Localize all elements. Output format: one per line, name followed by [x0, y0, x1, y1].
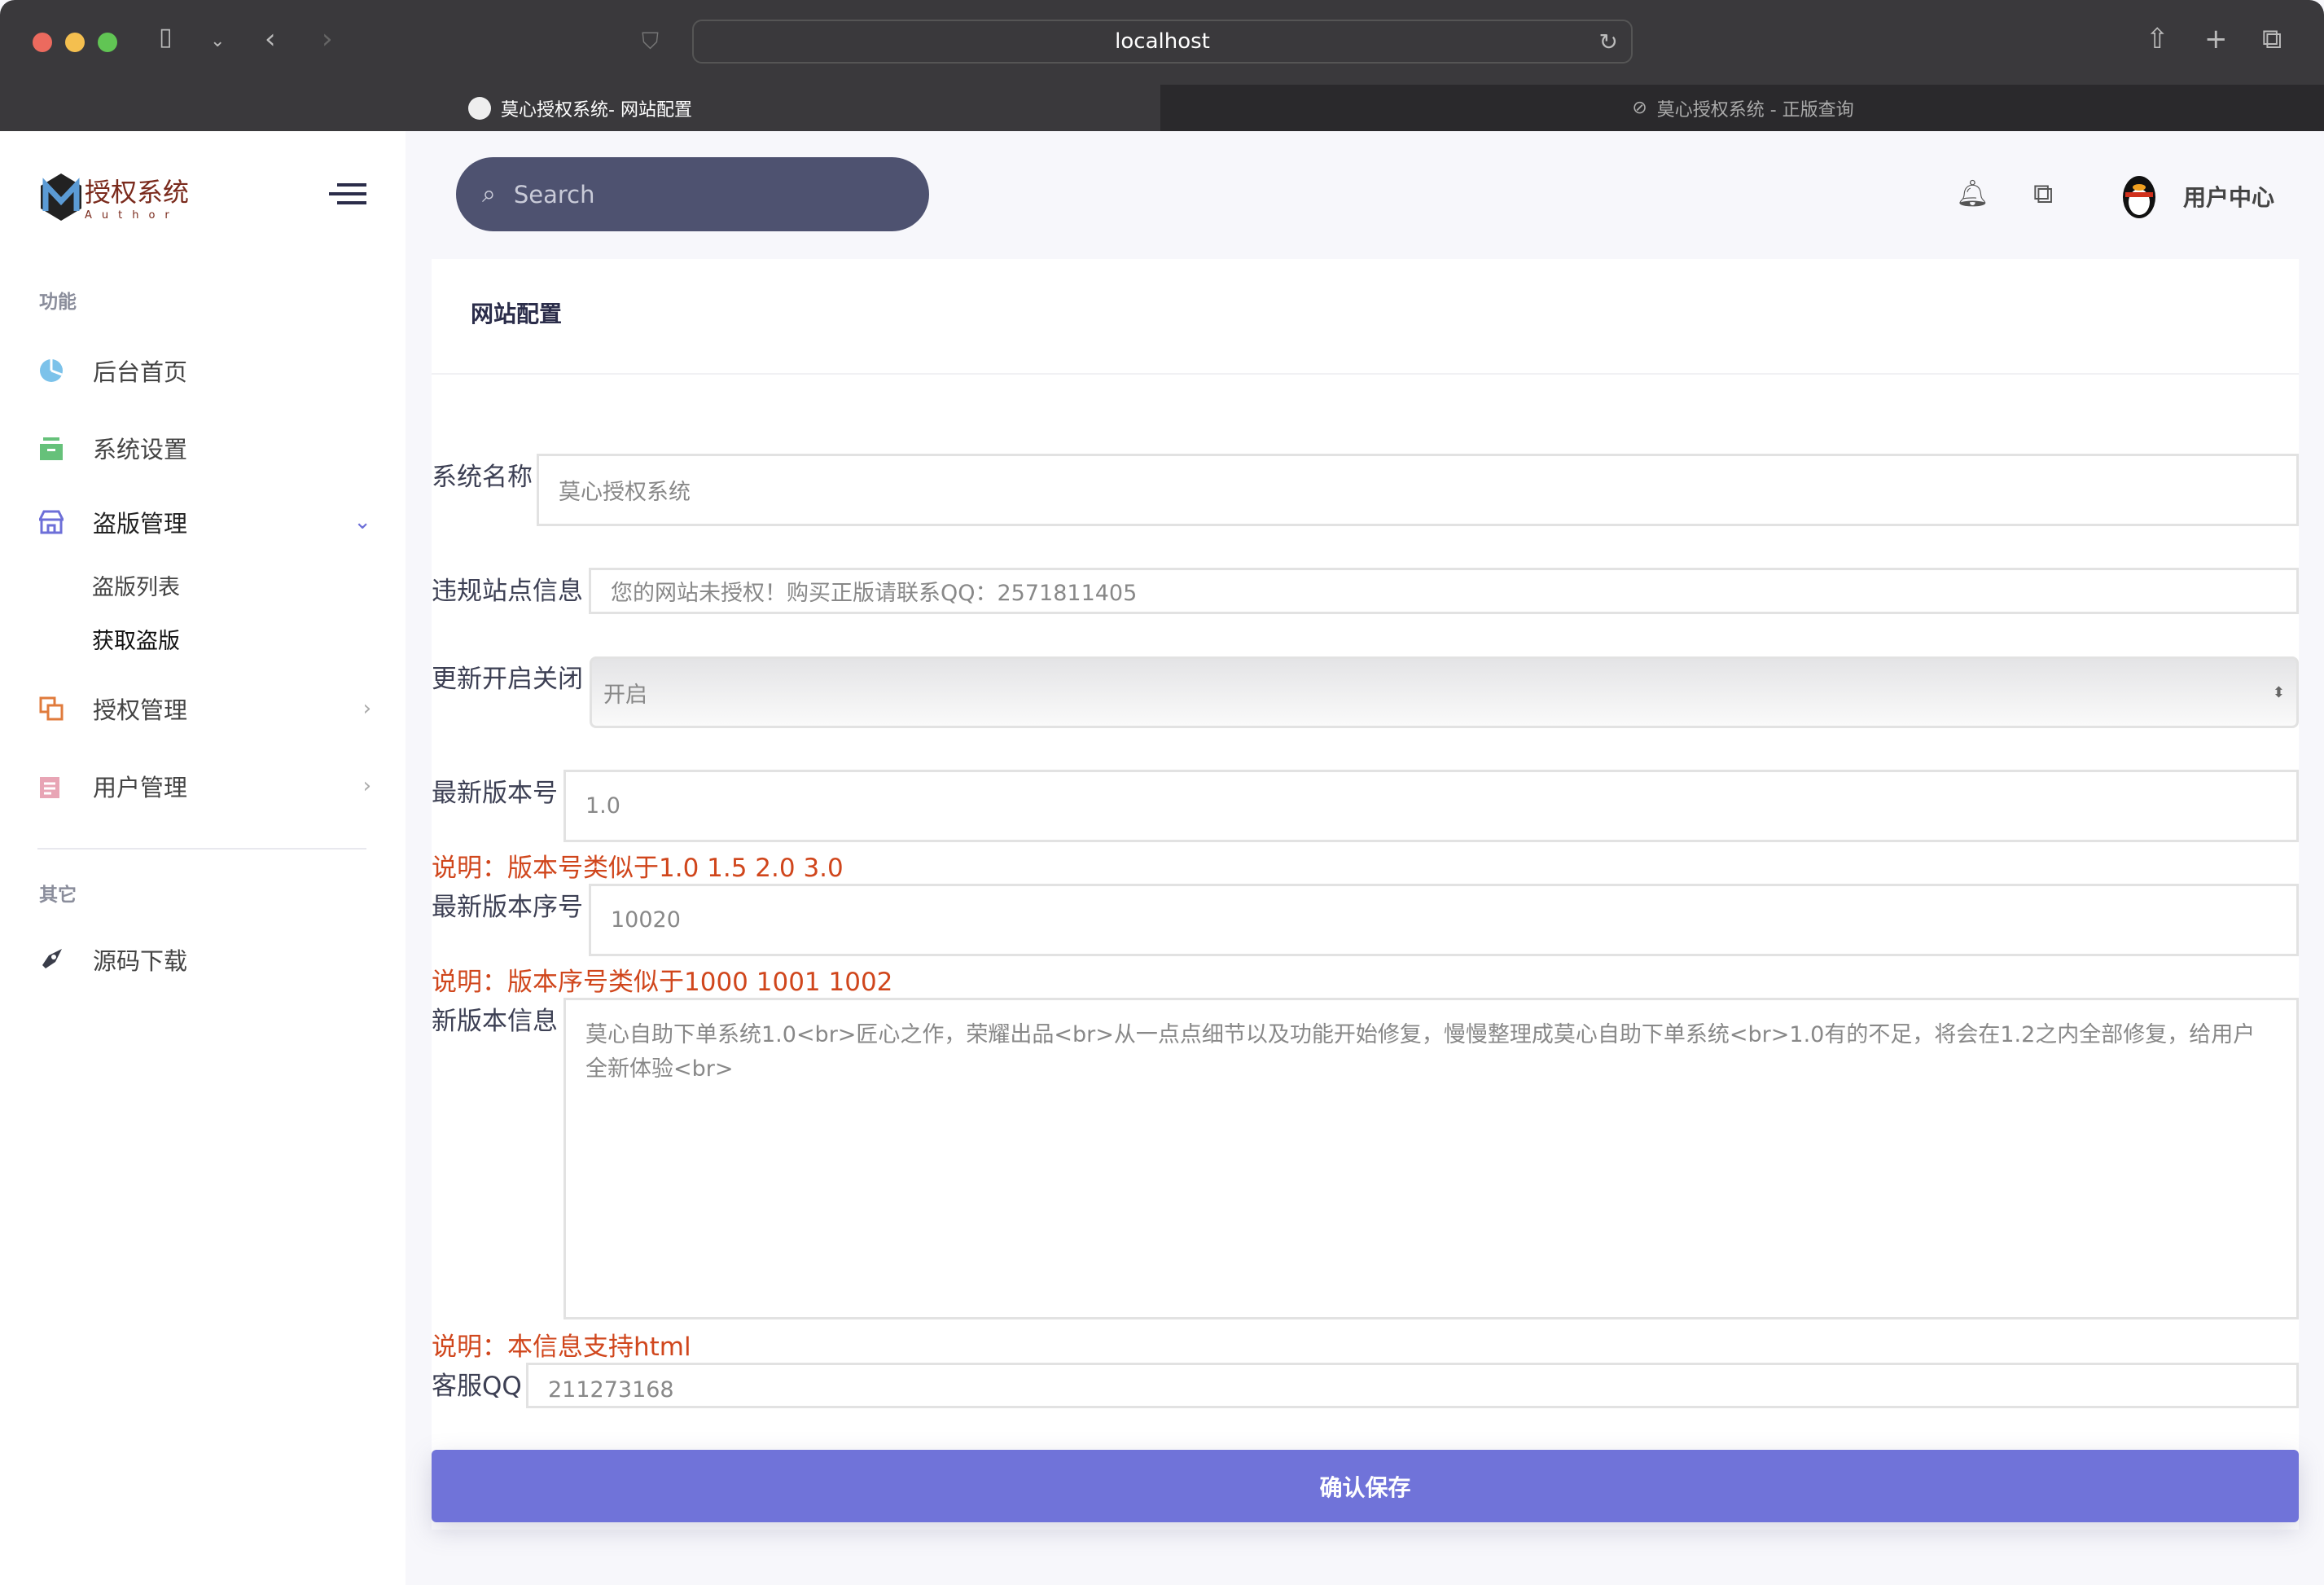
sidebar-item-piracy[interactable]: 盗版管理 ⌄ — [37, 498, 371, 547]
divider — [37, 848, 366, 850]
browser-titlebar: ▯ ⌄ ‹ › ⛉ localhost ↻ ⇧ + ⧉ — [0, 0, 2324, 85]
tab-inactive[interactable]: ⊘ 莫心授权系统 - 正版查询 — [1162, 85, 2324, 131]
build-number-note: 说明：版本序号类似于1000 1001 1002 — [432, 968, 893, 997]
release-info-textarea[interactable]: 莫心自助下单系统1.0<br>匠心之作，荣耀出品<br>从一点点细节以及功能开始… — [563, 998, 2299, 1319]
select-value: 开启 — [603, 682, 647, 708]
tab-label: 莫心授权系统- 网站配置 — [501, 99, 692, 121]
close-window-button[interactable] — [33, 33, 52, 52]
sidebar-item-license[interactable]: 授权管理 › — [37, 684, 371, 733]
bell-icon[interactable]: 🔔︎ — [1956, 178, 1989, 209]
update-toggle-select[interactable]: 开启 ⬍ — [590, 656, 2299, 728]
build-number-label: 最新版本序号 — [432, 893, 583, 922]
fullscreen-icon[interactable]: ⧉ — [2033, 178, 2053, 210]
sidebar-item-settings[interactable]: 系统设置 — [37, 424, 371, 472]
archive-icon — [37, 434, 65, 462]
logo-text: 授权系统 — [85, 177, 190, 208]
version-label: 最新版本号 — [432, 779, 558, 808]
new-tab-icon[interactable]: + — [2204, 23, 2228, 55]
search-input[interactable]: ⌕ Search — [456, 157, 929, 231]
select-arrows-icon: ⬍ — [2272, 683, 2285, 701]
sidebar-item-label: 源码下载 — [93, 947, 188, 975]
logo-subtext: Author — [85, 209, 179, 222]
sidebar-item-source-download[interactable]: 源码下载 — [37, 935, 371, 984]
sidebar-subitem-get-piracy[interactable]: 获取盗版 — [92, 623, 180, 655]
version-note: 说明：版本号类似于1.0 1.5 2.0 3.0 — [432, 854, 844, 883]
sidebar-item-label: 授权管理 — [93, 696, 188, 724]
sidebar-item-label: 盗版管理 — [93, 510, 188, 538]
divider — [432, 373, 2299, 375]
version-input[interactable]: 1.0 — [563, 770, 2299, 842]
avatar[interactable] — [2119, 168, 2160, 220]
user-center-link[interactable]: 用户中心 — [2183, 180, 2274, 213]
tab-bar: 莫心授权系统- 网站配置 ⊘ 莫心授权系统 - 正版查询 — [0, 85, 2324, 131]
update-toggle-label: 更新开启关闭 — [432, 665, 583, 694]
url-text: localhost — [1115, 29, 1210, 54]
site-name-label: 系统名称 — [432, 463, 533, 492]
support-qq-textarea[interactable]: 211273168 — [526, 1363, 2299, 1408]
save-button[interactable]: 确认保存 — [432, 1450, 2299, 1522]
chevron-down-icon[interactable]: ⌄ — [210, 31, 225, 51]
pie-chart-icon — [37, 357, 65, 384]
store-icon — [37, 508, 65, 536]
sidebar-subitem-piracy-list[interactable]: 盗版列表 — [92, 569, 180, 601]
rocket-icon — [37, 946, 65, 973]
favicon-icon — [468, 96, 492, 120]
sidebar-item-label: 系统设置 — [93, 436, 188, 463]
shield-icon: ⛉ — [642, 28, 660, 55]
release-info-note: 说明：本信息支持html — [432, 1333, 691, 1362]
search-placeholder: Search — [513, 180, 595, 209]
sidebar-item-label: 后台首页 — [93, 358, 188, 386]
share-icon[interactable]: ⇧ — [2146, 23, 2169, 55]
violation-info-textarea[interactable]: 您的网站未授权！购买正版请联系QQ：2571811405 — [589, 568, 2299, 614]
sidebar: 授权系统 Author 功能 后台首页 系统设置 盗版管理 ⌄ 盗版列表 获取盗版… — [0, 131, 406, 1585]
logo[interactable]: 授权系统 Author — [41, 172, 189, 222]
site-name-input[interactable]: 莫心授权系统 — [537, 454, 2299, 526]
tab-overview-icon[interactable]: ⧉ — [2262, 23, 2282, 55]
address-bar[interactable]: localhost ↻ — [692, 20, 1633, 64]
back-icon[interactable]: ‹ — [265, 23, 276, 55]
chevron-right-icon: › — [362, 696, 371, 721]
page-title: 网站配置 — [471, 301, 563, 327]
menu-toggle-icon[interactable] — [329, 183, 366, 204]
search-icon: ⌕ — [482, 180, 496, 209]
release-info-label: 新版本信息 — [432, 1007, 558, 1036]
document-icon — [37, 772, 65, 800]
copy-icon — [37, 695, 65, 722]
section-label: 功能 — [39, 292, 77, 313]
maximize-window-button[interactable] — [98, 33, 117, 52]
section-label: 其它 — [39, 885, 77, 906]
forward-icon[interactable]: › — [322, 23, 333, 55]
chevron-down-icon: ⌄ — [353, 510, 371, 534]
sidebar-item-label: 用户管理 — [93, 774, 188, 801]
sidebar-toggle-icon[interactable]: ▯ — [159, 23, 173, 51]
support-qq-label: 客服QQ — [432, 1372, 522, 1401]
tab-active[interactable]: 莫心授权系统- 网站配置 — [0, 85, 1160, 131]
sidebar-item-users[interactable]: 用户管理 › — [37, 762, 371, 810]
sidebar-item-dashboard[interactable]: 后台首页 — [37, 346, 371, 395]
minimize-window-button[interactable] — [65, 33, 85, 52]
logo-m-icon — [41, 173, 81, 221]
compass-icon: ⊘ — [1632, 98, 1647, 118]
violation-info-label: 违规站点信息 — [432, 577, 583, 606]
reload-icon[interactable]: ↻ — [1599, 29, 1618, 55]
chevron-right-icon: › — [362, 774, 371, 798]
tab-label: 莫心授权系统 - 正版查询 — [1656, 99, 1854, 121]
build-number-input[interactable]: 10020 — [589, 884, 2299, 956]
